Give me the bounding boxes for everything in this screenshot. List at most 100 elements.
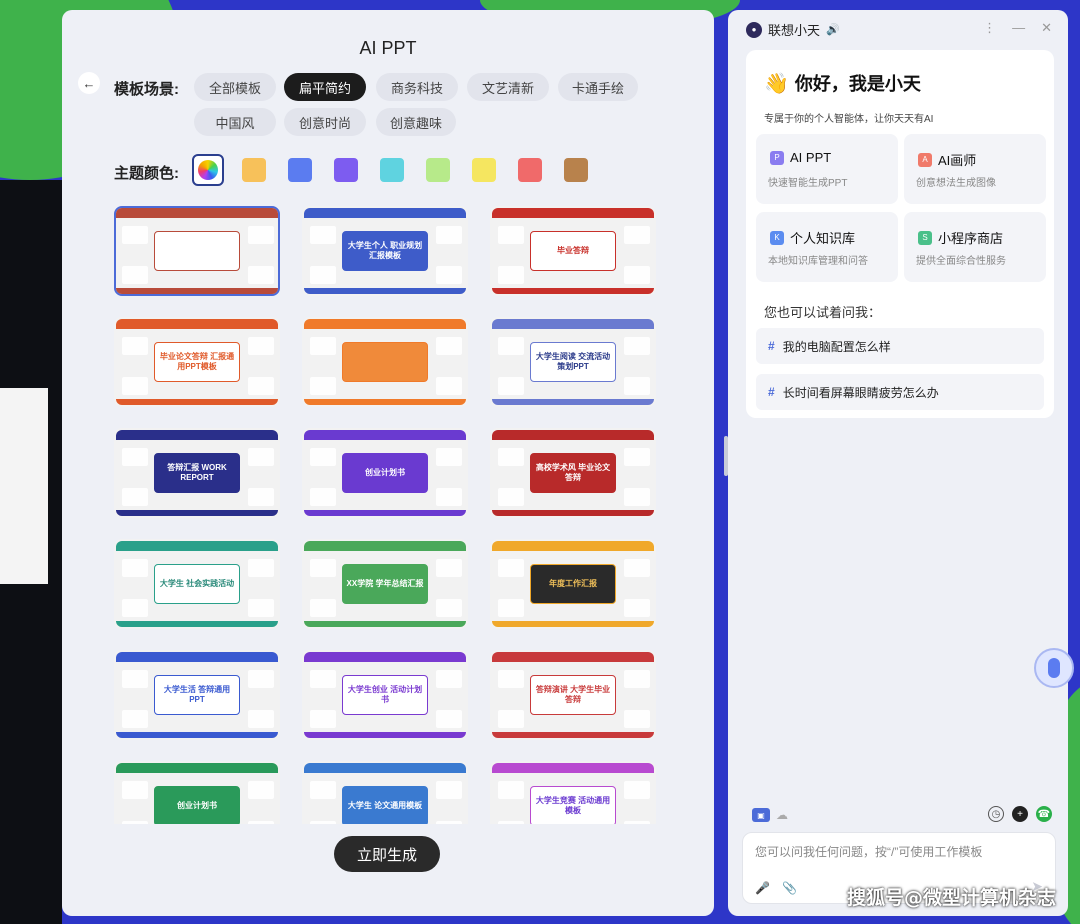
color-swatch[interactable] [334,158,358,182]
thumb-mini-slide [310,377,336,395]
close-icon[interactable]: ✕ [1041,20,1052,36]
feature-ai-ppt[interactable]: P AI PPT 快速智能生成PPT [756,134,898,204]
color-swatch[interactable] [426,158,450,182]
chip-business-tech[interactable]: 商务科技 [376,73,458,101]
thumb-band [492,621,654,627]
back-arrow-icon[interactable]: ← [78,72,100,94]
template-thumbnail[interactable]: XX学院 学年总结汇报 [302,539,468,629]
speaker-icon[interactable]: 🔊 [826,23,840,36]
thumb-mini-slide [436,337,462,355]
template-thumbnail[interactable] [114,206,280,296]
template-thumbnail[interactable]: 创业计划书 [114,761,280,824]
template-thumbnail[interactable]: 大学生个人 职业规划汇报模板 [302,206,468,296]
generate-button[interactable]: 立即生成 [334,836,440,872]
color-swatch[interactable] [564,158,588,182]
thumb-mini-slide [498,710,524,728]
cloud-icon[interactable]: ☁ [776,808,788,822]
chat-input[interactable] [755,841,1045,863]
template-thumbnail[interactable]: 大学生创业 活动计划书 [302,650,468,740]
suggestion-item[interactable]: # 我的电脑配置怎么样 [756,328,1044,364]
thumb-band [492,288,654,294]
template-thumbnail[interactable]: 答辩演讲 大学生毕业答辩 [490,650,656,740]
chip-literary-fresh[interactable]: 文艺清新 [467,73,549,101]
thumb-mini-slide [310,781,336,799]
watermark: 搜狐号@微型计算机杂志 [846,887,1056,909]
template-title: 大学生个人 职业规划汇报模板 [342,231,428,271]
thumb-mini-slide [122,337,148,355]
thumb-mini-slide [436,710,462,728]
thumb-mini-slide [624,226,650,244]
template-title: 创业计划书 [342,453,428,493]
chip-flat-simple[interactable]: 扁平简约 [284,73,366,101]
chat-mode-icon[interactable]: ▣ [752,808,770,822]
thumb-mini-slide [498,559,524,577]
thumb-band [116,652,278,662]
template-title: 创业计划书 [154,786,240,824]
template-thumbnail[interactable]: 大学生阅读 交流活动策划PPT [490,317,656,407]
microphone-icon[interactable]: 🎤 [755,881,770,895]
feature-mini-app-store[interactable]: S 小程序商店 提供全面综合性服务 [904,212,1046,282]
thumb-mini-slide [624,781,650,799]
thumb-mini-slide [498,337,524,355]
thumb-band [492,319,654,329]
thumb-mini-slide [310,670,336,688]
history-clock-icon[interactable]: ◷ [988,806,1004,822]
template-title: 大学生阅读 交流活动策划PPT [530,342,616,382]
assistant-window: ● 联想小天 🔊 ⋮ — ✕ 👋 你好，我是小天 专属于你的个人智能体，让你天天… [728,10,1068,916]
ai-ppt-window: AI PPT ← 模板场景: 全部模板 扁平简约 商务科技 文艺清新 卡通手绘 … [62,10,714,916]
new-chat-plus-icon[interactable]: + [1012,806,1028,822]
template-thumbnail[interactable]: 答辩汇报 WORK REPORT [114,428,280,518]
thumb-band [304,763,466,773]
template-title [154,231,240,271]
thumb-mini-slide [436,559,462,577]
feature-ai-painter[interactable]: A AI画师 创意想法生成图像 [904,134,1046,204]
thumb-band [492,399,654,405]
color-swatch[interactable] [380,158,404,182]
attachment-icon[interactable]: 📎 [782,881,797,895]
phone-icon[interactable]: ☎ [1036,806,1052,822]
suggestion-item[interactable]: # 长时间看屏幕眼睛疲劳怎么办 [756,374,1044,410]
template-thumbnail[interactable] [302,317,468,407]
template-thumbnail[interactable]: 年度工作汇报 [490,539,656,629]
thumb-mini-slide [624,337,650,355]
template-thumbnail[interactable]: 大学生 社会实践活动 [114,539,280,629]
chip-creative-fun[interactable]: 创意趣味 [376,108,456,136]
template-thumbnail[interactable]: 大学生竞赛 活动通用模板 [490,761,656,824]
chip-all-templates[interactable]: 全部模板 [194,73,276,101]
thumb-mini-slide [624,599,650,617]
greeting-subtitle: 专属于你的个人智能体，让你天天有AI [764,114,934,125]
template-thumbnail[interactable]: 大学生活 答辩通用PPT [114,650,280,740]
thumb-mini-slide [122,821,148,824]
color-swatch[interactable] [518,158,542,182]
floating-assistant-ball[interactable] [1034,648,1074,688]
template-thumbnail[interactable]: 高校学术风 毕业论文答辩 [490,428,656,518]
color-swatch[interactable] [242,158,266,182]
chip-chinese-style[interactable]: 中国风 [194,108,276,136]
feature-knowledge-base[interactable]: K 个人知识库 本地知识库管理和问答 [756,212,898,282]
thumb-band [492,541,654,551]
greeting-text: 你好，我是小天 [794,74,921,94]
template-thumbnail[interactable]: 大学生 论文通用模板 [302,761,468,824]
template-title [342,342,428,382]
template-thumbnail[interactable]: 创业计划书 [302,428,468,518]
thumb-mini-slide [248,559,274,577]
thumb-mini-slide [248,377,274,395]
color-swatch[interactable] [288,158,312,182]
more-icon[interactable]: ⋮ [983,20,996,36]
chip-cartoon[interactable]: 卡通手绘 [558,73,638,101]
suggestion-text: 长时间看屏幕眼睛疲劳怎么办 [782,385,939,400]
thumb-mini-slide [122,781,148,799]
color-swatch[interactable] [472,158,496,182]
thumb-mini-slide [498,599,524,617]
template-thumbnail[interactable]: 毕业答辩 [490,206,656,296]
color-wheel-swatch[interactable] [192,154,224,186]
template-title: 大学生 论文通用模板 [342,786,428,824]
template-title: 答辩汇报 WORK REPORT [154,453,240,493]
thumb-mini-slide [248,821,274,824]
minimize-icon[interactable]: — [1012,20,1025,36]
thumb-mini-slide [122,266,148,284]
template-title: XX学院 学年总结汇报 [342,564,428,604]
thumb-band [304,208,466,218]
template-thumbnail[interactable]: 毕业论文答辩 汇报通用PPT模板 [114,317,280,407]
chip-creative-fashion[interactable]: 创意时尚 [284,108,366,136]
